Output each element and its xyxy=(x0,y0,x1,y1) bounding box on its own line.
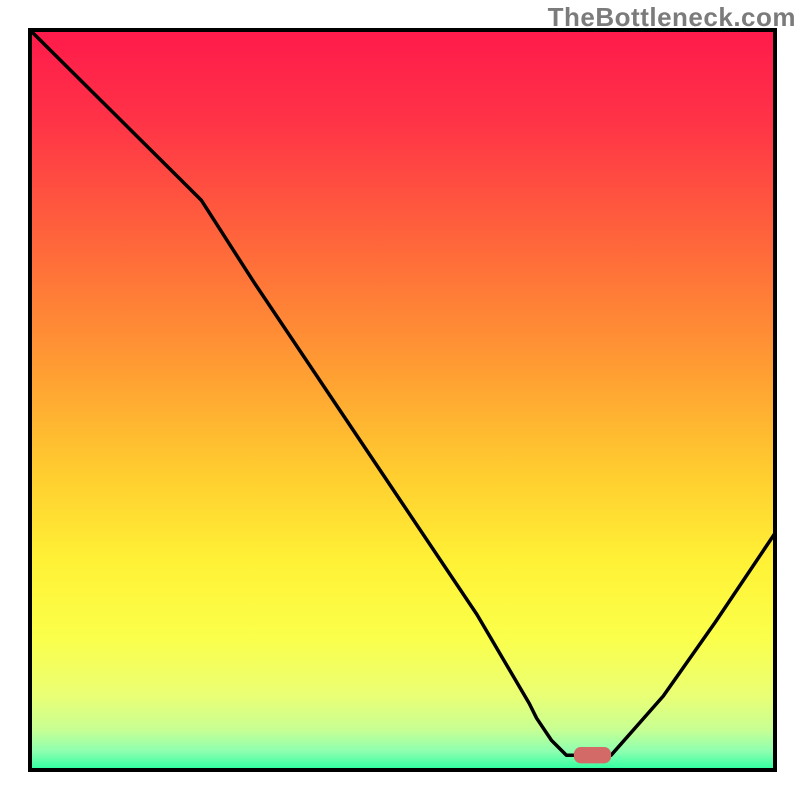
bottleneck-chart xyxy=(0,0,800,800)
watermark-text: TheBottleneck.com xyxy=(548,2,796,33)
chart-container: TheBottleneck.com xyxy=(0,0,800,800)
optimal-marker xyxy=(574,747,611,763)
